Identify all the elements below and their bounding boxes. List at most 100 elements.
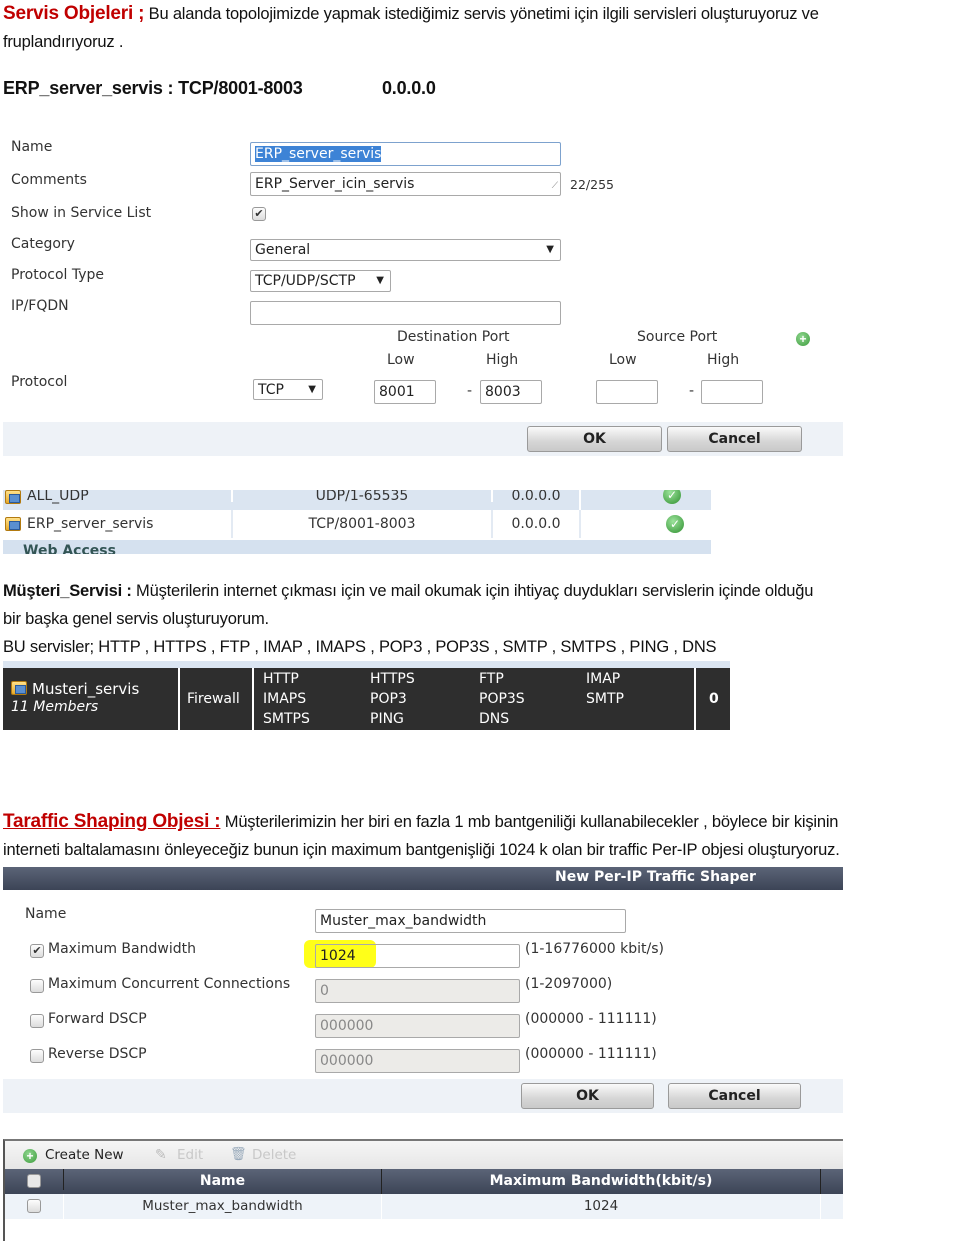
reverse-dscp-value: 000000 <box>320 1053 374 1069</box>
destination-port-label: Destination Port <box>397 329 510 345</box>
group-member: IMAPS <box>263 691 307 707</box>
dest-port-high-input[interactable]: 8003 <box>480 380 542 404</box>
service-visible-cell <box>579 490 711 510</box>
section-title-service-objects: Servis Objeleri ; <box>3 3 145 24</box>
group-folder-icon <box>11 681 27 695</box>
comments-counter: 22/255 <box>570 177 614 192</box>
row-select-checkbox[interactable] <box>27 1199 41 1213</box>
forward-dscp-value: 000000 <box>320 1018 374 1034</box>
max-connections-checkbox[interactable] <box>30 979 44 993</box>
cancel-button[interactable]: Cancel <box>667 426 802 452</box>
service-group-row[interactable]: Musteri_servis 11 Members Firewall HTTP H… <box>3 668 730 730</box>
src-port-low-input[interactable] <box>596 380 658 404</box>
protocol-type-value: TCP/UDP/SCTP <box>255 273 356 289</box>
category-label: Category <box>11 236 75 252</box>
row-max-bandwidth: 1024 <box>381 1194 821 1219</box>
shaper-table-row[interactable]: Muster_max_bandwidth 1024 <box>5 1194 843 1219</box>
customer-service-bold-word: Müşteriler <box>131 582 207 600</box>
customer-service-paragraph: Müşteri_Servisi : Müşterilerin internet … <box>3 577 958 661</box>
protocol-value: TCP <box>258 382 284 398</box>
dest-port-low-value: 8001 <box>379 384 415 400</box>
column-header-name[interactable]: Name <box>63 1169 381 1190</box>
edit-icon: ✎ <box>155 1146 167 1162</box>
shaper-name-value: Muster_max_bandwidth <box>320 913 487 929</box>
service-row-erp[interactable]: ERP_server_servis TCP/8001-8003 0.0.0.0 … <box>3 510 711 538</box>
delete-icon: 🗑 <box>230 1146 247 1161</box>
protocol-type-select[interactable]: TCP/UDP/SCTP ▼ <box>250 270 391 292</box>
category-select[interactable]: General ▼ <box>250 239 561 261</box>
shaper-toolbar: + Create New ✎ Edit 🗑 Delete <box>5 1141 843 1169</box>
max-bandwidth-checkbox[interactable]: ✔ <box>30 944 44 958</box>
edit-button[interactable]: Edit <box>177 1147 203 1163</box>
shaper-cancel-button[interactable]: Cancel <box>668 1083 801 1109</box>
resize-handle-icon[interactable]: ⟋ <box>552 177 558 195</box>
reverse-dscp-checkbox[interactable] <box>30 1049 44 1063</box>
customer-service-title: Müşteri_Servisi : <box>3 582 132 600</box>
max-bandwidth-value: 1024 <box>320 948 356 964</box>
ok-button[interactable]: OK <box>527 426 662 452</box>
group-ref-count: 0 <box>709 691 719 707</box>
group-members-count: 11 Members <box>11 699 99 715</box>
protocol-type-label: Protocol Type <box>11 267 105 283</box>
max-connections-label: Maximum Concurrent Connections <box>48 976 291 992</box>
group-member: HTTPS <box>370 671 415 687</box>
service-ip: 0.0.0.0 <box>491 510 579 538</box>
service-ports: UDP/1-65535 <box>231 490 491 504</box>
service-group-header-web-access[interactable]: Web Access <box>3 540 711 554</box>
group-member: POP3 <box>370 691 407 707</box>
check-icon: ✓ <box>666 515 684 533</box>
traffic-shaping-text-line1: Müşterilerimizin her biri en fazla 1 mb … <box>220 813 839 831</box>
service-name: ALL_UDP <box>27 490 89 504</box>
ip-fqdn-input[interactable] <box>250 301 561 325</box>
shaper-name-input[interactable]: Muster_max_bandwidth <box>315 909 626 933</box>
reverse-dscp-input[interactable]: 000000 <box>315 1049 520 1073</box>
forward-dscp-input[interactable]: 000000 <box>315 1014 520 1038</box>
dest-high-label: High <box>486 352 519 368</box>
select-all-checkbox[interactable] <box>27 1174 41 1188</box>
protocol-select[interactable]: TCP ▼ <box>253 379 323 400</box>
comments-label: Comments <box>11 172 87 188</box>
group-ref-cell: 0 <box>696 668 730 730</box>
service-visible-cell <box>579 510 711 538</box>
shaper-ok-button[interactable]: OK <box>521 1083 654 1109</box>
service-summary: ERP_server_servis : TCP/8001-8003 <box>3 74 303 102</box>
show-in-list-checkbox[interactable]: ✔ <box>252 207 266 221</box>
service-folder-icon <box>5 517 21 531</box>
service-group-strip <box>3 661 730 668</box>
traffic-shaping-paragraph: Taraffic Shaping Objesi : Müşterilerimiz… <box>3 808 960 864</box>
max-connections-input[interactable]: 0 <box>315 979 520 1003</box>
shaper-table-header: Name Maximum Bandwidth(kbit/s) <box>5 1169 843 1194</box>
max-bandwidth-input[interactable]: 1024 <box>315 944 520 968</box>
forward-dscp-checkbox[interactable] <box>30 1014 44 1028</box>
delete-button[interactable]: Delete <box>252 1147 296 1163</box>
create-new-button[interactable]: Create New <box>45 1147 124 1163</box>
chevron-down-icon: ▼ <box>376 275 384 286</box>
forward-dscp-label: Forward DSCP <box>48 1011 147 1027</box>
shaper-form-title: New Per-IP Traffic Shaper <box>555 869 756 885</box>
traffic-shaping-title: Taraffic Shaping Objesi : <box>3 811 221 832</box>
name-input[interactable]: ERP_server_servis <box>250 142 561 166</box>
group-member: FTP <box>479 671 504 687</box>
group-member: PING <box>370 711 404 727</box>
group-member: IMAP <box>586 671 621 687</box>
group-name: Web Access <box>23 543 116 554</box>
dest-low-label: Low <box>387 352 415 368</box>
src-high-label: High <box>707 352 740 368</box>
group-name: Musteri_servis <box>32 680 140 698</box>
group-member: POP3S <box>479 691 525 707</box>
group-member: DNS <box>479 711 510 727</box>
group-member: HTTP <box>263 671 299 687</box>
protocol-label: Protocol <box>11 374 68 390</box>
column-header-max-bandwidth[interactable]: Maximum Bandwidth(kbit/s) <box>381 1169 821 1194</box>
add-port-range-icon[interactable]: + <box>796 332 810 346</box>
dest-port-high-value: 8003 <box>485 384 521 400</box>
service-ports: TCP/8001-8003 <box>231 510 491 538</box>
src-port-high-input[interactable] <box>701 380 763 404</box>
service-row-all-udp[interactable]: ALL_UDP UDP/1-65535 0.0.0.0 ✓ <box>3 490 711 510</box>
src-port-dash: - <box>689 383 695 399</box>
show-in-list-label: Show in Service List <box>11 205 152 221</box>
dest-port-low-input[interactable]: 8001 <box>374 380 436 404</box>
chevron-down-icon: ▼ <box>308 384 316 395</box>
customer-service-text-line1: in internet çıkması için ve mail okumak … <box>206 582 814 600</box>
comments-textarea[interactable]: ERP_Server_icin_servis ⟋ <box>250 172 561 196</box>
